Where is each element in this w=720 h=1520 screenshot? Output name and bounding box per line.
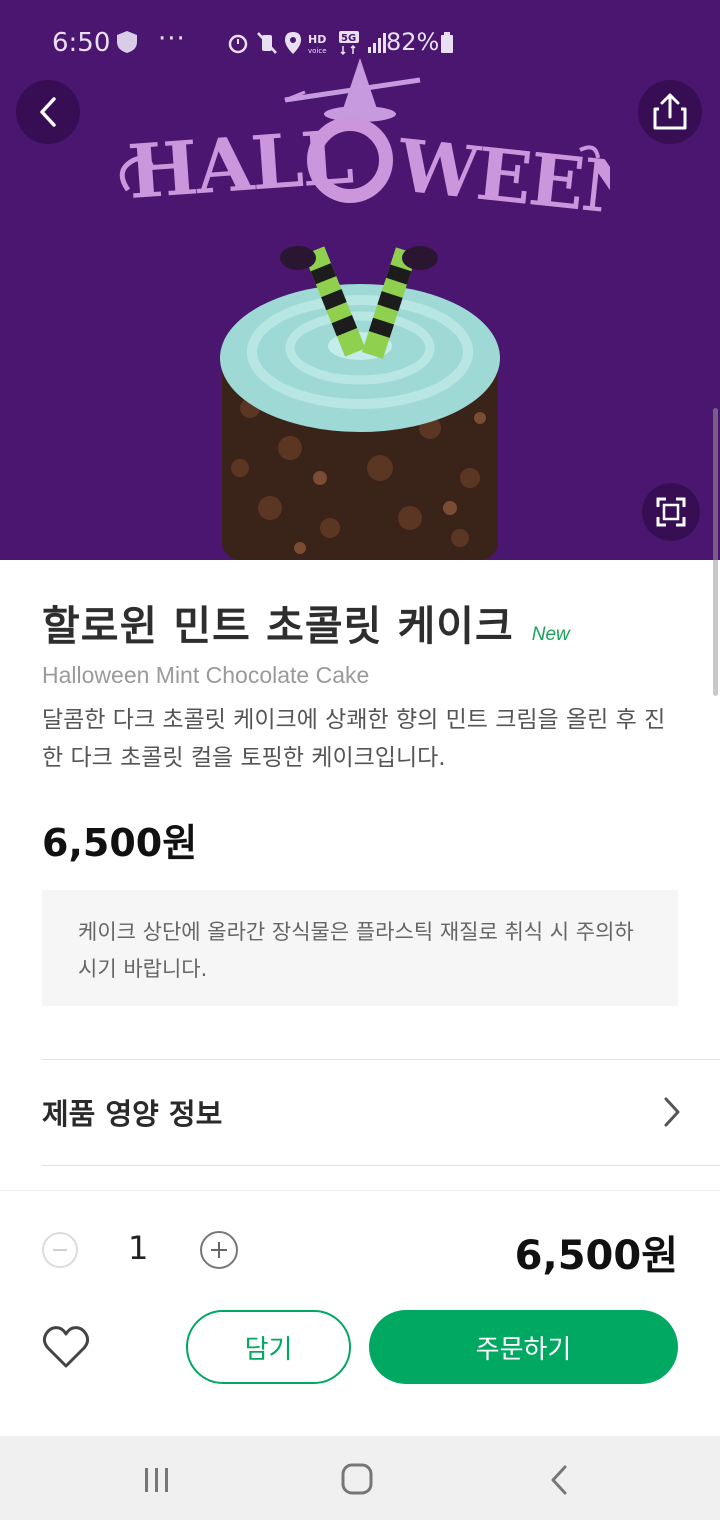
recent-apps-icon[interactable] xyxy=(142,1466,172,1494)
status-time: 6:50 xyxy=(52,28,111,58)
back-button[interactable] xyxy=(16,80,80,144)
nav-back-icon[interactable] xyxy=(548,1464,570,1496)
total-price: 6,500원 xyxy=(514,1233,678,1279)
mute-icon xyxy=(257,32,277,54)
product-price: 6,500원 xyxy=(42,821,198,865)
title-row: 할로윈 민트 초콜릿 케이크 New xyxy=(42,592,682,652)
product-info: 할로윈 민트 초콜릿 케이크 New Halloween Mint Chocol… xyxy=(42,592,682,777)
new-badge: New xyxy=(531,624,570,645)
svg-text:voice: voice xyxy=(308,47,327,55)
order-panel: 1 6,500원 담기 주문하기 xyxy=(0,1190,720,1436)
add-to-cart-button[interactable]: 담기 xyxy=(186,1310,351,1384)
back-arrow-icon xyxy=(40,97,56,127)
status-bar: 6:50 ··· HD voice 5G 82% xyxy=(0,0,720,86)
svg-text:HD: HD xyxy=(308,33,326,46)
expand-icon xyxy=(656,497,686,527)
svg-text:WEEN: WEEN xyxy=(393,122,610,233)
signal-icon xyxy=(368,33,386,53)
quantity-decrease-button[interactable] xyxy=(42,1232,78,1268)
notice-box: 케이크 상단에 올라간 장식물은 플라스틱 재질로 취식 시 주의하시기 바랍니… xyxy=(42,890,678,1006)
share-icon xyxy=(653,93,687,130)
product-title: 할로윈 민트 초콜릿 케이크 xyxy=(42,602,514,650)
favorite-button[interactable] xyxy=(42,1325,90,1373)
chevron-right-icon xyxy=(664,1097,680,1127)
battery-percent: 82% xyxy=(386,28,440,56)
share-button[interactable] xyxy=(638,80,702,144)
alarm-icon xyxy=(228,34,248,54)
nutrition-info-label: 제품 영양 정보 xyxy=(42,1097,223,1131)
product-english-name: Halloween Mint Chocolate Cake xyxy=(42,662,370,688)
expand-image-button[interactable] xyxy=(642,483,700,541)
product-description: 달콤한 다크 초콜릿 케이크에 상쾌한 향의 민트 크림을 올린 후 진한 다크… xyxy=(42,707,666,771)
svg-text:5G: 5G xyxy=(341,33,356,44)
nutrition-info-row[interactable]: 제품 영양 정보 xyxy=(42,1060,682,1164)
heart-icon xyxy=(42,1326,90,1368)
hd-voice-icon: HDvoice xyxy=(308,33,327,55)
system-nav-bar xyxy=(0,1436,720,1520)
5g-icon: 5G xyxy=(339,31,359,56)
status-more-dots: ··· xyxy=(158,24,186,54)
scroll-indicator xyxy=(713,408,718,696)
shield-icon xyxy=(117,31,137,53)
quantity-increase-button[interactable] xyxy=(200,1231,238,1269)
battery-icon xyxy=(441,32,453,53)
product-hero-image: HALL WEEN 6:50 ··· HD voice 5G 82% xyxy=(0,0,720,560)
order-button[interactable]: 주문하기 xyxy=(369,1310,678,1384)
quantity-value: 1 xyxy=(128,1229,149,1267)
divider xyxy=(42,1165,720,1166)
location-icon xyxy=(285,32,301,54)
cake-illustration xyxy=(220,246,500,560)
status-icons: HD voice 5G xyxy=(226,30,388,56)
home-icon[interactable] xyxy=(340,1462,374,1496)
